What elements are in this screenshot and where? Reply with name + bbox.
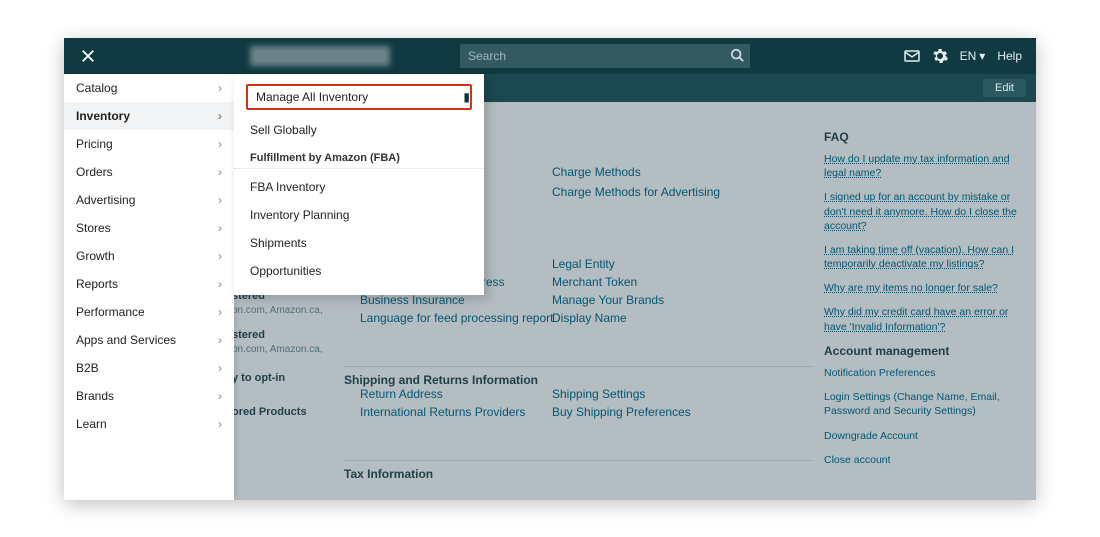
faq-panel: FAQ How do I update my tax information a…: [824, 130, 1024, 344]
nav-label: Apps and Services: [76, 333, 176, 347]
flyout-section-fba: Fulfillment by Amazon (FBA): [234, 144, 484, 169]
nav-label: Inventory: [76, 109, 130, 123]
flyout-label: Shipments: [250, 236, 307, 250]
faq-link-1[interactable]: How do I update my tax information and l…: [824, 152, 1024, 180]
chevron-right-icon: ›: [218, 137, 222, 151]
stub-title-5: ored Products: [232, 406, 382, 418]
nav-advertising[interactable]: Advertising ›: [64, 186, 234, 214]
faq-link-4[interactable]: Why are my items no longer for sale?: [824, 281, 1024, 295]
chevron-right-icon: ›: [218, 333, 222, 347]
close-icon[interactable]: [76, 44, 100, 68]
chevron-right-icon: ›: [218, 165, 222, 179]
faq-link-3[interactable]: I am taking time off (vacation). How can…: [824, 243, 1024, 271]
nav-label: B2B: [76, 361, 99, 375]
chevron-right-icon: ›: [218, 221, 222, 235]
inventory-flyout: Manage All Inventory ▮ Sell Globally Ful…: [234, 74, 484, 295]
acct-heading: Account management: [824, 344, 1024, 358]
search-icon[interactable]: [730, 48, 744, 65]
flyout-label: Inventory Planning: [250, 208, 349, 222]
flyout-opportunities[interactable]: Opportunities: [234, 257, 484, 285]
nav-label: Catalog: [76, 81, 117, 95]
link-manage-brands[interactable]: Manage Your Brands: [552, 290, 664, 310]
nav-pricing[interactable]: Pricing ›: [64, 130, 234, 158]
nav-label: Learn: [76, 417, 107, 431]
nav-learn[interactable]: Learn ›: [64, 410, 234, 438]
nav-inventory[interactable]: Inventory ›: [64, 102, 234, 130]
gear-icon[interactable]: [932, 48, 948, 64]
chevron-right-icon: ›: [218, 417, 222, 431]
nav-catalog[interactable]: Catalog ›: [64, 74, 234, 102]
chevron-right-icon: ›: [218, 305, 222, 319]
chevron-right-icon: ›: [218, 193, 222, 207]
nav-stores[interactable]: Stores ›: [64, 214, 234, 242]
help-link[interactable]: Help: [997, 49, 1022, 63]
chevron-right-icon: ›: [218, 361, 222, 375]
acct-link-3[interactable]: Downgrade Account: [824, 429, 1024, 443]
chevron-right-icon: ›: [218, 81, 222, 95]
chevron-right-icon: ›: [218, 389, 222, 403]
link-buy-shipping-prefs[interactable]: Buy Shipping Preferences: [552, 402, 691, 422]
chevron-right-icon: ›: [218, 277, 222, 291]
link-charge-methods-adv[interactable]: Charge Methods for Advertising: [552, 182, 720, 202]
flyout-label: Manage All Inventory: [256, 90, 368, 104]
stub-title-3: stered: [232, 329, 382, 341]
nav-label: Advertising: [76, 193, 135, 207]
link-shipping-settings[interactable]: Shipping Settings: [552, 384, 645, 404]
mail-icon[interactable]: [904, 48, 920, 64]
nav-brands[interactable]: Brands ›: [64, 382, 234, 410]
stub-title-4: y to opt-in: [232, 372, 382, 384]
nav-label: Orders: [76, 165, 113, 179]
chevron-down-icon: ▾: [979, 49, 985, 63]
brand-logo-blur: [250, 46, 390, 66]
flyout-label: Opportunities: [250, 264, 321, 278]
nav-orders[interactable]: Orders ›: [64, 158, 234, 186]
flyout-sell-globally[interactable]: Sell Globally: [234, 116, 484, 144]
nav-label: Brands: [76, 389, 114, 403]
acct-link-1[interactable]: Notification Preferences: [824, 366, 1024, 380]
primary-nav: Catalog › Inventory › Pricing › Orders › Adv…: [64, 74, 234, 500]
flyout-label: Sell Globally: [250, 123, 317, 137]
nav-label: Performance: [76, 305, 145, 319]
flyout-manage-all-inventory[interactable]: Manage All Inventory ▮: [246, 84, 472, 110]
link-feed-language[interactable]: Language for feed processing report: [360, 308, 553, 328]
stub-sub-2: on.com, Amazon.ca,: [232, 302, 382, 319]
link-display-name[interactable]: Display Name: [552, 308, 627, 328]
flyout-fba-inventory[interactable]: FBA Inventory: [234, 173, 484, 201]
search-field-wrap[interactable]: [460, 44, 750, 68]
nav-label: Pricing: [76, 137, 113, 151]
nav-label: Growth: [76, 249, 115, 263]
nav-growth[interactable]: Growth ›: [64, 242, 234, 270]
faq-heading: FAQ: [824, 130, 1024, 144]
bookmark-icon[interactable]: ▮: [463, 90, 470, 104]
link-charge-methods[interactable]: Charge Methods: [552, 162, 641, 182]
nav-label: Stores: [76, 221, 111, 235]
flyout-inventory-planning[interactable]: Inventory Planning: [234, 201, 484, 229]
stub-sub-3: on.com, Amazon.ca,: [232, 341, 382, 358]
flyout-label: FBA Inventory: [250, 180, 325, 194]
nav-reports[interactable]: Reports ›: [64, 270, 234, 298]
acct-link-2[interactable]: Login Settings (Change Name, Email, Pass…: [824, 390, 1024, 418]
language-selector[interactable]: EN ▾: [960, 49, 986, 63]
link-merchant-token[interactable]: Merchant Token: [552, 272, 637, 292]
faq-link-5[interactable]: Why did my credit card have an error or …: [824, 305, 1024, 333]
chevron-right-icon: ›: [218, 249, 222, 263]
link-legal-entity[interactable]: Legal Entity: [552, 254, 615, 274]
edit-button[interactable]: Edit: [983, 79, 1026, 97]
top-bar: EN ▾ Help: [64, 38, 1036, 74]
search-input[interactable]: [468, 49, 742, 63]
account-management-panel: Account management Notification Preferen…: [824, 344, 1024, 477]
link-intl-returns[interactable]: International Returns Providers: [360, 402, 525, 422]
nav-apps-services[interactable]: Apps and Services ›: [64, 326, 234, 354]
flyout-shipments[interactable]: Shipments: [234, 229, 484, 257]
nav-label: Reports: [76, 277, 118, 291]
faq-link-2[interactable]: I signed up for an account by mistake or…: [824, 190, 1024, 233]
chevron-right-icon: ›: [218, 109, 222, 123]
nav-b2b[interactable]: B2B ›: [64, 354, 234, 382]
acct-link-4[interactable]: Close account: [824, 453, 1024, 467]
section-tax-info: Tax Information: [344, 460, 814, 481]
language-label: EN: [960, 49, 977, 63]
nav-performance[interactable]: Performance ›: [64, 298, 234, 326]
